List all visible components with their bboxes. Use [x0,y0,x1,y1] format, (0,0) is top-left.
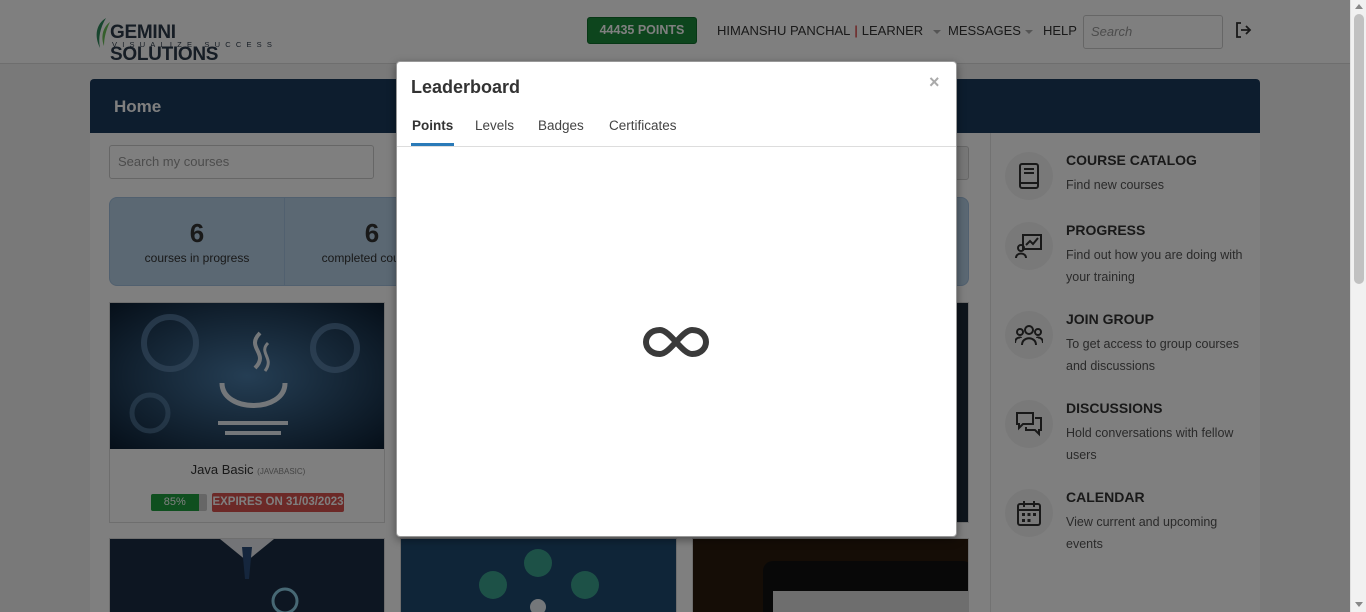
tab-badges[interactable]: Badges [538,118,584,141]
tab-levels[interactable]: Levels [475,118,514,141]
scrollbar-thumb[interactable] [1354,14,1364,284]
modal-title: Leaderboard [411,77,521,97]
loading-spinner-icon [642,324,710,365]
scroll-up-arrow-icon[interactable] [1355,4,1363,9]
leaderboard-tabs: Points Levels Badges Certificates [397,110,956,147]
page-scrollbar[interactable] [1350,0,1366,612]
tab-certificates[interactable]: Certificates [609,118,677,141]
close-icon[interactable]: × [929,72,940,93]
scroll-down-arrow-icon[interactable] [1355,602,1363,607]
leaderboard-modal: Leaderboard × Points Levels Badges Certi… [396,61,957,537]
tab-points[interactable]: Points [411,118,455,146]
